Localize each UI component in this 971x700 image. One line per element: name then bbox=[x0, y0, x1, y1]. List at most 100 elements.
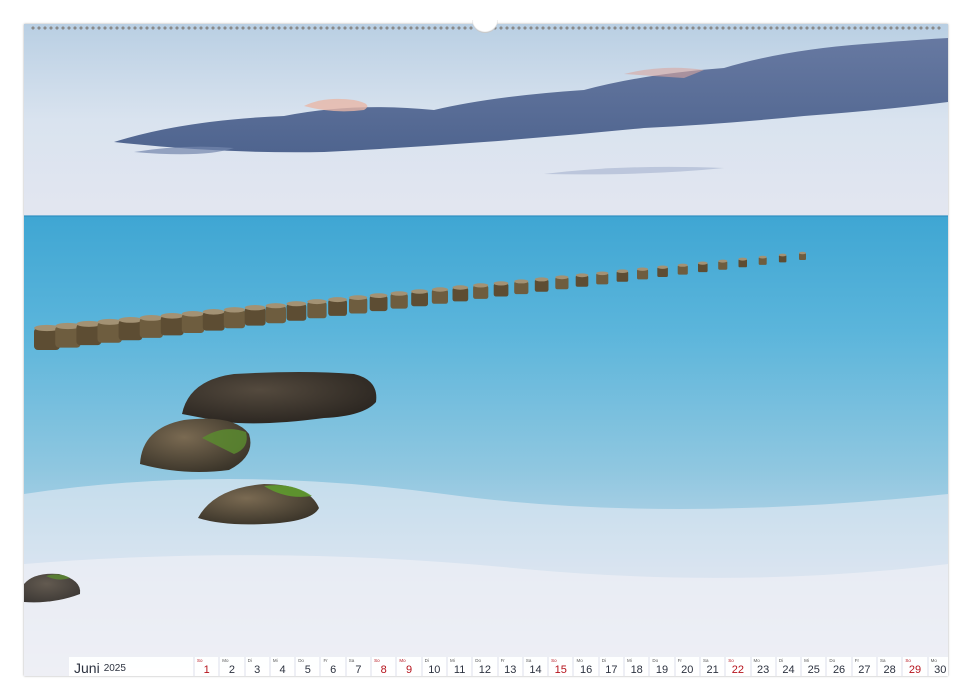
day-cell: Fr 20 bbox=[675, 657, 699, 676]
day-number: 8 bbox=[380, 664, 387, 676]
day-cell: Fr 27 bbox=[852, 657, 877, 676]
groyne-post-top bbox=[118, 317, 143, 323]
day-cell: Mo 9 bbox=[397, 657, 421, 676]
weekday-label: Mo bbox=[576, 658, 583, 663]
weekday-label: Fr bbox=[854, 658, 859, 663]
groyne-post bbox=[118, 319, 143, 341]
weekday-label: Di bbox=[778, 658, 784, 663]
groyne-post-top bbox=[349, 295, 368, 300]
weekday-label: Mi bbox=[272, 658, 278, 663]
month-name: Juni bbox=[74, 659, 100, 676]
day-number: 26 bbox=[832, 664, 846, 676]
weekday-label: Do bbox=[298, 658, 304, 663]
day-number: 10 bbox=[428, 664, 441, 676]
weekday-label: Sa bbox=[880, 658, 886, 663]
day-cell: Di 24 bbox=[776, 657, 801, 676]
day-cell: So 29 bbox=[903, 657, 927, 676]
weekday-label: Di bbox=[601, 658, 606, 663]
groyne-post-top bbox=[431, 287, 449, 292]
groyne-post-top bbox=[244, 305, 266, 311]
day-number: 9 bbox=[405, 664, 413, 676]
day-number: 29 bbox=[908, 664, 922, 676]
weekday-label: Do bbox=[652, 658, 659, 663]
weekday-label: Sa bbox=[525, 658, 532, 663]
day-number: 2 bbox=[228, 664, 235, 676]
groyne-post-top bbox=[534, 277, 549, 282]
groyne-post-top bbox=[307, 299, 327, 305]
weekday-label: Sa bbox=[702, 658, 709, 663]
day-number: 7 bbox=[355, 664, 362, 676]
groyne-post-top bbox=[697, 261, 708, 265]
day-cell: Sa 21 bbox=[700, 657, 725, 676]
groyne-post bbox=[139, 317, 164, 338]
month-calendar-strip: Juni 2025 So 1 Mo 2 Di 3 Mi 4 Do 5 Fr 6 Sa 7 So 8 Mo 9 Di 1… bbox=[69, 657, 948, 676]
seascape-photo bbox=[24, 24, 948, 676]
weekday-label: Mo bbox=[399, 658, 406, 663]
weekday-label: Mi bbox=[449, 658, 455, 663]
day-number: 19 bbox=[655, 664, 669, 676]
day-cell: Mo 16 bbox=[574, 657, 598, 676]
weekday-label: Di bbox=[247, 658, 252, 663]
groyne-post-top bbox=[799, 251, 806, 255]
month-year: 2025 bbox=[103, 663, 126, 674]
weekday-label: Mi bbox=[627, 658, 632, 663]
day-number: 24 bbox=[782, 664, 795, 676]
day-number: 11 bbox=[453, 664, 466, 676]
groyne-post-top bbox=[223, 307, 246, 313]
groyne-post-top bbox=[636, 267, 649, 271]
day-number: 3 bbox=[254, 664, 261, 676]
weekday-label: Mo bbox=[222, 658, 229, 663]
day-number: 20 bbox=[681, 664, 694, 676]
day-cell: Mo 30 bbox=[928, 657, 948, 676]
weekday-label: So bbox=[551, 658, 557, 663]
groyne-post-top bbox=[657, 265, 668, 269]
day-cell: Do 12 bbox=[473, 657, 497, 676]
day-number: 28 bbox=[883, 664, 896, 676]
month-label: Juni 2025 bbox=[69, 657, 193, 676]
day-cell: So 1 bbox=[195, 657, 219, 676]
day-cell: Di 10 bbox=[422, 657, 446, 676]
groyne-post bbox=[223, 309, 246, 329]
groyne-post bbox=[202, 311, 225, 331]
groyne-post-top bbox=[738, 257, 747, 261]
groyne-post-top bbox=[411, 289, 428, 294]
groyne-post bbox=[181, 313, 205, 333]
day-number: 15 bbox=[554, 664, 567, 676]
weekday-label: So bbox=[905, 658, 911, 663]
weekday-label: Sa bbox=[348, 658, 355, 663]
day-cell: So 22 bbox=[726, 657, 750, 676]
day-cell: Sa 7 bbox=[346, 657, 371, 676]
groyne-post-top bbox=[555, 275, 569, 280]
day-number: 17 bbox=[605, 664, 618, 676]
weekday-label: Do bbox=[829, 658, 836, 663]
day-cell: Fr 6 bbox=[321, 657, 345, 676]
day-number: 6 bbox=[330, 664, 337, 676]
weekday-label: So bbox=[197, 658, 203, 663]
weekday-label: Fr bbox=[677, 658, 682, 663]
day-cell: So 8 bbox=[372, 657, 396, 676]
groyne-post bbox=[97, 321, 122, 343]
day-number: 25 bbox=[807, 664, 820, 676]
day-number: 21 bbox=[706, 664, 719, 676]
day-cell: Di 17 bbox=[599, 657, 624, 676]
day-number: 14 bbox=[529, 664, 542, 676]
weekday-label: Mo bbox=[753, 658, 760, 663]
groyne-post-top bbox=[160, 313, 184, 319]
groyne-post-top bbox=[286, 301, 307, 307]
groyne-post-top bbox=[677, 263, 688, 267]
groyne-post bbox=[265, 305, 286, 324]
groyne-post-top bbox=[596, 271, 609, 276]
day-number: 16 bbox=[579, 664, 593, 676]
groyne-post-top bbox=[452, 285, 469, 290]
day-cell: Fr 13 bbox=[498, 657, 522, 676]
groyne-post-top bbox=[202, 309, 225, 315]
weekday-label: Do bbox=[475, 658, 482, 663]
day-number: 27 bbox=[858, 664, 871, 676]
weekday-label: Fr bbox=[323, 658, 328, 663]
groyne-post-top bbox=[181, 311, 205, 317]
weekday-label: Di bbox=[424, 658, 429, 663]
groyne-post-top bbox=[369, 293, 388, 298]
groyne-post-top bbox=[493, 281, 509, 286]
groyne-post-top bbox=[718, 259, 728, 263]
day-cell: Mi 4 bbox=[270, 657, 295, 676]
